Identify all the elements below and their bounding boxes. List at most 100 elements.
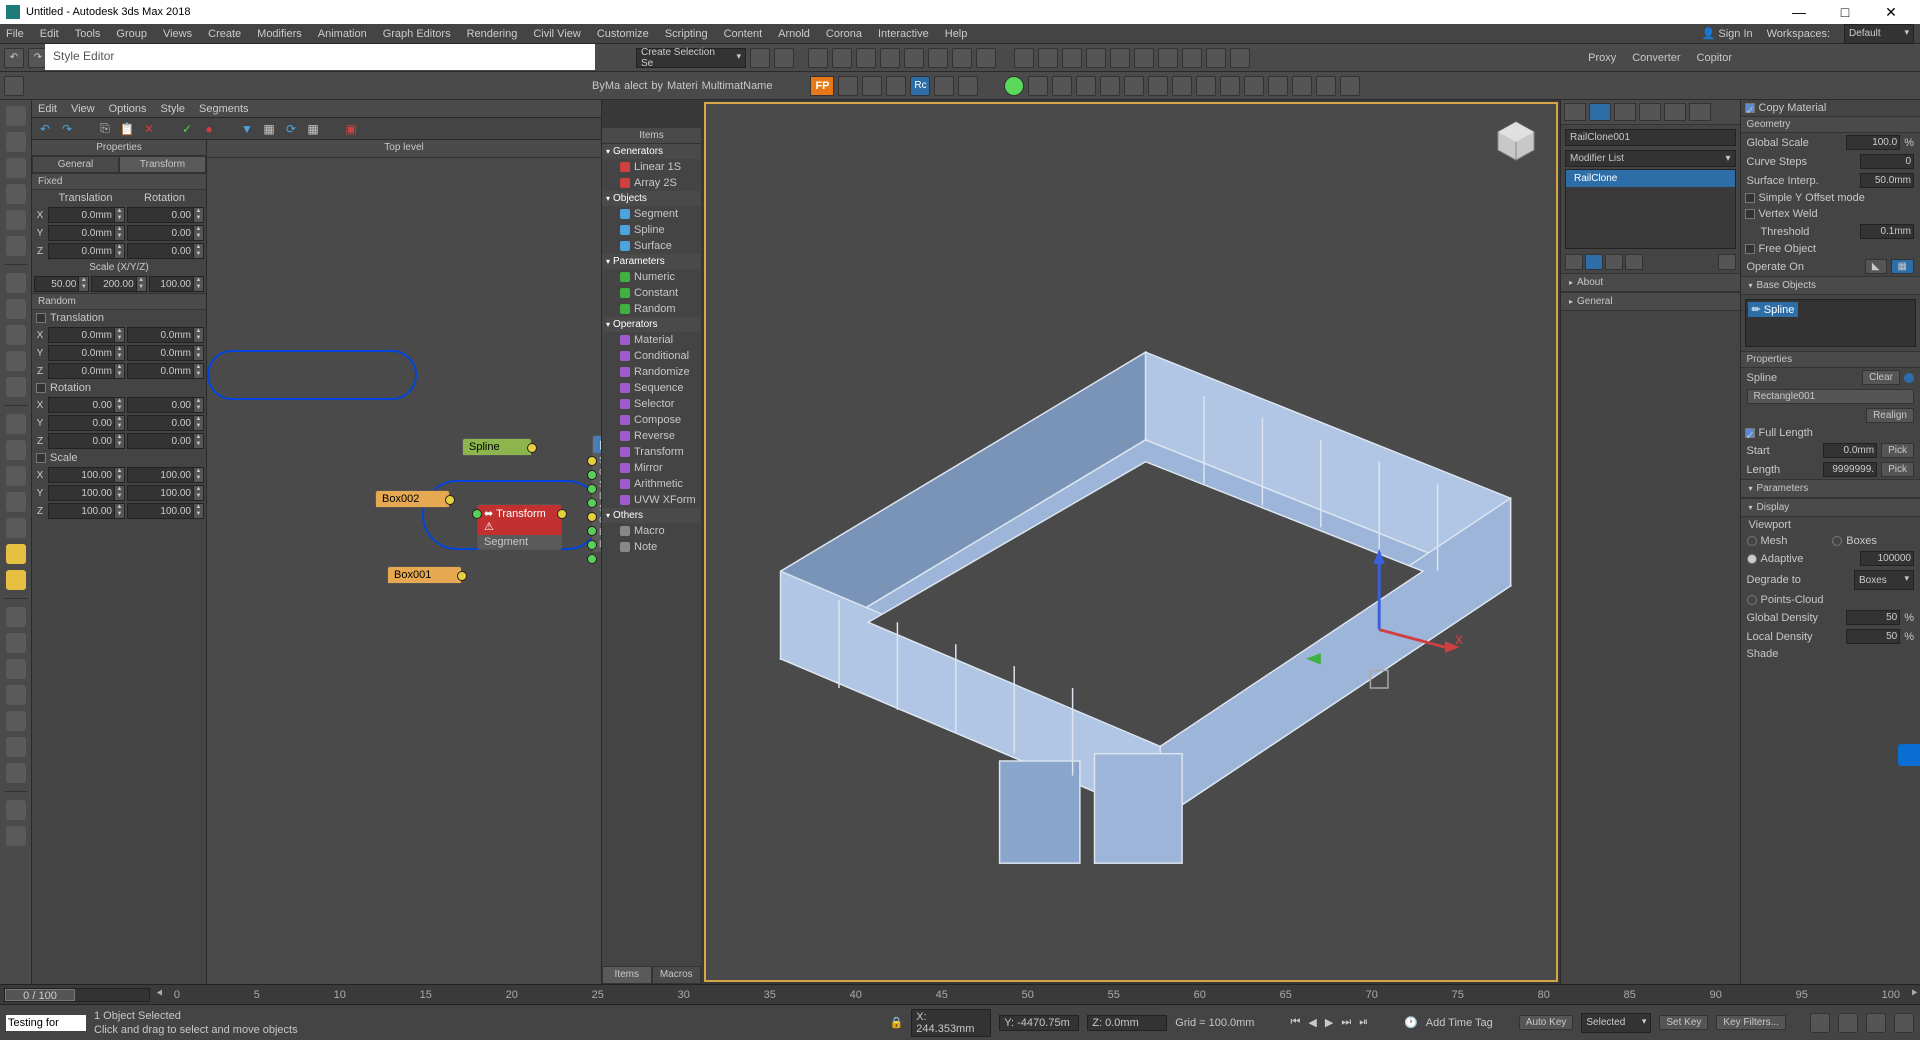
filter-materi[interactable]: Materi [667,80,698,92]
toolbar-icon[interactable] [904,48,924,68]
tree-cat-objects[interactable]: Objects [602,191,701,206]
node-box001[interactable]: Box001 [387,566,462,584]
tool-icon[interactable] [6,633,26,653]
rand-tz-max[interactable]: ▲▼ [127,363,204,379]
length-input[interactable] [1823,462,1877,477]
rand-sz-min[interactable]: ▲▼ [48,503,125,519]
rand-ty-min[interactable]: ▲▼ [48,345,125,361]
toolbar-icon[interactable] [952,48,972,68]
rectangle-button[interactable]: Rectangle001 [1747,389,1915,404]
filter-byma[interactable]: ByMa [592,80,620,92]
menu-views[interactable]: Views [163,28,192,40]
toolbar-icon[interactable] [1172,76,1192,96]
tool-icon[interactable]: ▦ [306,122,320,136]
toolbar-icon[interactable] [1220,76,1240,96]
tool-icon[interactable] [6,659,26,679]
menu-content[interactable]: Content [724,28,763,40]
rollout-general[interactable]: General [1561,292,1740,311]
nav-icon[interactable] [1838,1013,1858,1033]
style-editor-titlebar[interactable]: Style Editor [45,44,595,70]
tree-item[interactable]: Macro [602,523,701,539]
scale-z[interactable]: ▲▼ [149,276,204,292]
tree-item[interactable]: Surface [602,238,701,254]
stack-tool[interactable] [1585,254,1603,270]
se-menu-edit[interactable]: Edit [38,103,57,115]
tab-transform[interactable]: Transform [119,156,206,173]
tree-item[interactable]: UVW XForm [602,492,701,508]
se-menu-view[interactable]: View [71,103,95,115]
menu-customize[interactable]: Customize [597,28,649,40]
toolbar-icon[interactable] [1196,76,1216,96]
se-menu-segments[interactable]: Segments [199,103,249,115]
chk-translation[interactable]: Translation [32,310,206,326]
undo-icon[interactable]: ↶ [38,122,52,136]
stack-tool[interactable] [1605,254,1623,270]
tree-item[interactable]: Reverse [602,428,701,444]
rand-rz-max[interactable]: ▲▼ [127,433,204,449]
toolbar-icon[interactable] [1244,76,1264,96]
motion-tab[interactable] [1639,103,1661,121]
maximize-button[interactable]: □ [1822,0,1868,24]
toolbar-icon[interactable] [928,48,948,68]
tree-item[interactable]: Note [602,539,701,555]
tree-item[interactable]: Spline [602,222,701,238]
rand-sx-max[interactable]: ▲▼ [127,467,204,483]
start-input[interactable] [1823,443,1877,458]
stack-tool[interactable] [1565,254,1583,270]
tree-item[interactable]: Random [602,301,701,317]
menu-graph-editors[interactable]: Graph Editors [383,28,451,40]
curve-steps-input[interactable] [1860,154,1914,169]
play-start-icon[interactable]: ⏮ [1290,1016,1300,1029]
tool-icon[interactable]: ▦ [262,122,276,136]
toolbar-icon[interactable] [1038,48,1058,68]
tree-cat-others[interactable]: Others [602,508,701,523]
menu-modifiers[interactable]: Modifiers [257,28,302,40]
tool-icon[interactable] [6,466,26,486]
tab-general[interactable]: General [32,156,119,173]
tool-icon[interactable] [6,325,26,345]
toolbar-icon[interactable] [1076,76,1096,96]
proxy-button[interactable]: Proxy [1588,52,1616,64]
toolbar-icon[interactable] [750,48,770,68]
spline-list-item[interactable]: ✏ Spline [1748,302,1799,317]
help-icon[interactable] [1904,373,1914,383]
tree-item[interactable]: Compose [602,412,701,428]
tree-item[interactable]: Segment [602,206,701,222]
toolbar-icon[interactable] [958,76,978,96]
play-icon[interactable]: ▶ [1325,1016,1333,1029]
hierarchy-tab[interactable] [1614,103,1636,121]
fixed-trans-z[interactable]: ▲▼ [48,243,125,259]
rollout-display[interactable]: Display [1741,498,1920,517]
sign-in-button[interactable]: 👤 Sign In [1702,27,1753,40]
fixed-rot-x[interactable]: ▲▼ [127,207,204,223]
rand-tz-min[interactable]: ▲▼ [48,363,125,379]
chk-rotation[interactable]: Rotation [32,380,206,396]
fixed-rot-y[interactable]: ▲▼ [127,225,204,241]
stack-tool[interactable] [1718,254,1736,270]
rollout-base-objects[interactable]: Base Objects [1741,276,1920,295]
undo-icon[interactable]: ↶ [4,48,24,68]
tool-icon[interactable] [6,210,26,230]
threshold-input[interactable] [1860,224,1914,239]
nav-icon[interactable] [1866,1013,1886,1033]
menu-file[interactable]: File [6,28,24,40]
key-mode-dropdown[interactable]: Selected [1581,1013,1651,1033]
tree-item[interactable]: Transform [602,444,701,460]
set-key-button[interactable]: Set Key [1659,1015,1708,1030]
toolbar-icon[interactable] [774,48,794,68]
menu-rendering[interactable]: Rendering [467,28,518,40]
pick-length-button[interactable]: Pick [1881,462,1914,477]
toolbar-icon[interactable] [1340,76,1360,96]
toolbar-icon[interactable] [1268,76,1288,96]
toolbar-icon[interactable] [1062,48,1082,68]
tool-icon[interactable] [6,414,26,434]
toolbar-icon[interactable] [4,76,24,96]
adaptive-input[interactable] [1860,551,1914,566]
node-spline[interactable]: Spline [462,438,532,456]
tool-icon[interactable] [6,685,26,705]
radio-points-cloud[interactable] [1747,595,1757,605]
toolbar-icon[interactable] [880,48,900,68]
tree-item[interactable]: Randomize [602,364,701,380]
fixed-rot-z[interactable]: ▲▼ [127,243,204,259]
toolbar-icon[interactable] [1134,48,1154,68]
